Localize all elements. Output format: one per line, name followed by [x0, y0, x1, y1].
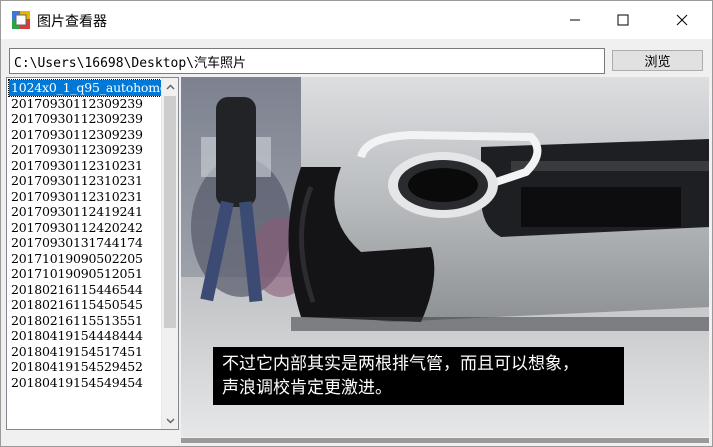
file-list-item[interactable]: 20180419154517451 — [9, 344, 161, 360]
file-list-item[interactable]: 20180419154448444 — [9, 328, 161, 344]
scroll-down-button[interactable] — [162, 412, 178, 429]
image-preview: 不过它内部其实是两根排气管，而且可以想象， 声浪调校肯定更激进。 — [181, 77, 709, 437]
file-list-item[interactable]: 20170930112310231 — [9, 173, 161, 189]
caption-line-1: 不过它内部其实是两根排气管，而且可以想象， — [222, 354, 579, 374]
close-button[interactable] — [659, 1, 705, 39]
file-list-item[interactable]: 20171019090512051 — [9, 266, 161, 282]
file-list-item[interactable]: 20180216115446544 — [9, 282, 161, 298]
window-title: 图片查看器 — [37, 14, 107, 30]
minimize-button[interactable] — [552, 1, 598, 39]
file-list-item[interactable]: 20170930112419241 — [9, 204, 161, 220]
image-viewer-app-icon — [12, 11, 30, 29]
scroll-up-button[interactable] — [162, 78, 178, 95]
file-list-item[interactable]: 20170930131744174 — [9, 235, 161, 251]
caption-line-2: 声浪调校肯定更激进。 — [222, 378, 392, 398]
viewer-bottom-bar — [181, 438, 709, 443]
file-list-item[interactable]: 20180419154529452 — [9, 359, 161, 375]
file-listbox[interactable]: 1024x0_1_q95_autohomecar 201709301123092… — [6, 77, 179, 430]
list-vertical-scrollbar[interactable] — [161, 78, 178, 429]
file-list-item[interactable]: 20180216115513551 — [9, 313, 161, 329]
close-icon — [676, 14, 688, 26]
minimize-icon — [570, 19, 580, 21]
file-list-item[interactable]: 20180419154549454 — [9, 375, 161, 391]
image-viewer-window: 图片查看器 C:\Users\16698\Desktop\汽车照片 浏览 102… — [0, 0, 713, 447]
file-list-item[interactable]: 20170930112309239 — [9, 127, 161, 143]
file-list-item[interactable]: 20171019090502205 — [9, 251, 161, 267]
chevron-up-icon — [166, 84, 175, 89]
file-list-item[interactable]: 20170930112420242 — [9, 220, 161, 236]
maximize-icon — [617, 14, 629, 26]
maximize-button[interactable] — [600, 1, 646, 39]
chevron-down-icon — [166, 418, 175, 423]
scroll-thumb[interactable] — [164, 96, 176, 328]
file-list-items: 1024x0_1_q95_autohomecar 201709301123092… — [8, 79, 162, 391]
browse-button[interactable]: 浏览 — [612, 50, 703, 71]
folder-path-input[interactable]: C:\Users\16698\Desktop\汽车照片 — [9, 48, 605, 74]
file-list-item[interactable]: 20180216115450545 — [9, 297, 161, 313]
file-list-item[interactable]: 20170930112309239 — [9, 96, 161, 112]
file-list-item[interactable]: 20170930112309239 — [9, 111, 161, 127]
file-list-item[interactable]: 20170930112310231 — [9, 189, 161, 205]
title-bar[interactable]: 图片查看器 — [1, 1, 712, 39]
file-list-item[interactable]: 1024x0_1_q95_autohomecar — [8, 79, 162, 97]
image-caption: 不过它内部其实是两根排气管，而且可以想象， 声浪调校肯定更激进。 — [213, 347, 624, 405]
file-list-item[interactable]: 20170930112310231 — [9, 158, 161, 174]
file-list-item[interactable]: 20170930112309239 — [9, 142, 161, 158]
